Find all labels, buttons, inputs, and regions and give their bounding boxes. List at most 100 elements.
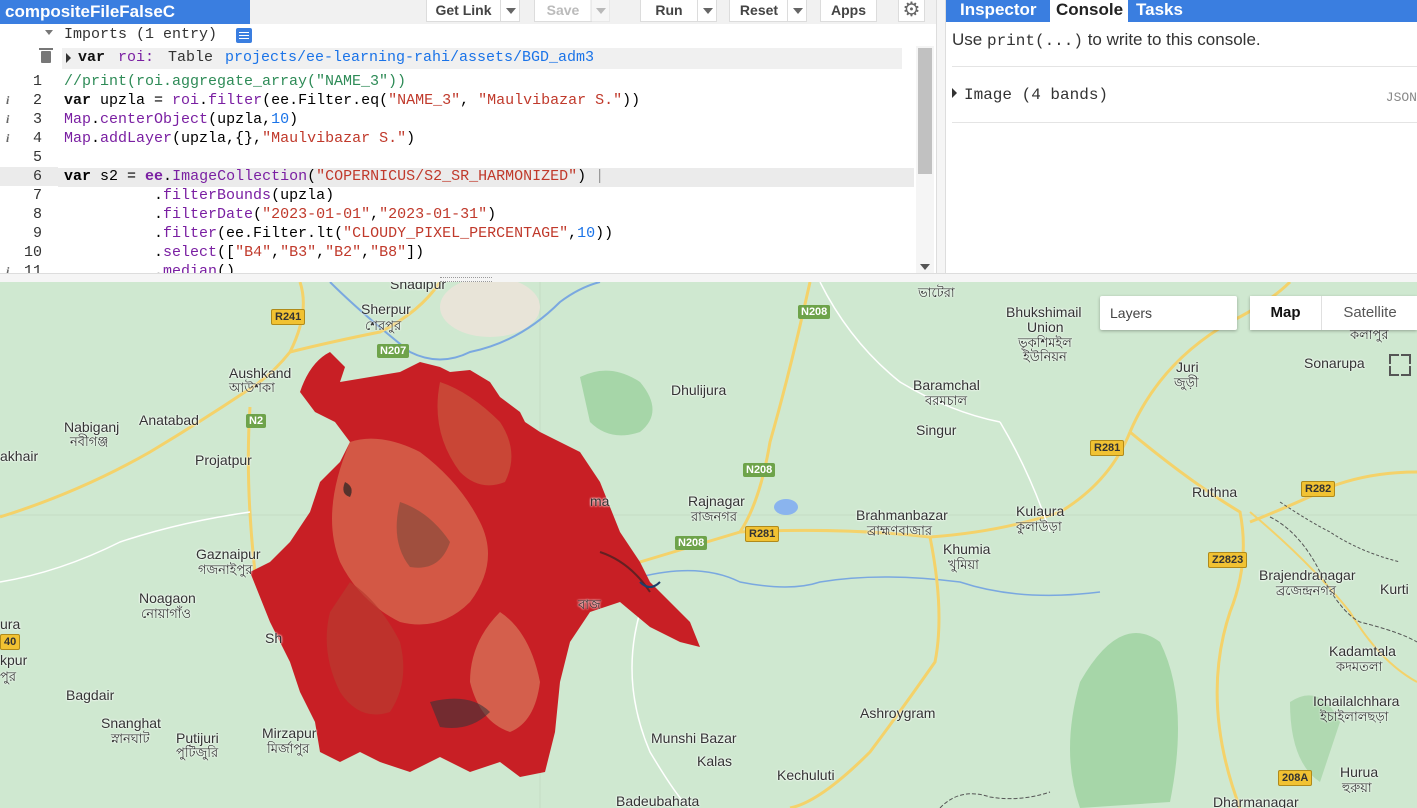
map-label: ইচাইলালছড়া <box>1320 709 1389 724</box>
get-link-button[interactable]: Get Link <box>426 0 501 22</box>
run-button[interactable]: Run <box>640 0 698 22</box>
road-shield: R282 <box>1301 481 1336 497</box>
scrollbar-thumb[interactable] <box>918 48 932 174</box>
code-editor[interactable]: Imports (1 entry) var roi : Table projec… <box>0 24 936 273</box>
map-label: Kadamtala <box>1329 643 1396 659</box>
import-asset-path-link[interactable]: projects/ee-learning-rahi/assets/BGD_adm… <box>225 49 594 66</box>
code-line-1[interactable]: //print(roi.aggregate_array("NAME_3")) <box>64 72 406 91</box>
code-line-4[interactable]: Map.addLayer(upzla,{},"Maulvibazar S.") <box>64 129 415 148</box>
settings-gear-icon[interactable]: ⚙ <box>898 0 925 22</box>
code-line-7[interactable]: .filterBounds(upzla) <box>64 186 334 205</box>
reset-dropdown-icon[interactable] <box>787 0 807 22</box>
vertical-panel-splitter[interactable] <box>936 0 946 273</box>
tab-tasks[interactable]: Tasks <box>1132 0 1202 22</box>
road-shield: R281 <box>745 526 780 542</box>
hint-prefix: Use <box>952 30 987 49</box>
map-label: Kurti <box>1380 581 1409 597</box>
tab-console[interactable]: Console <box>1050 0 1128 22</box>
import-variable-row[interactable]: var roi : Table projects/ee-learning-rah… <box>62 48 902 69</box>
road-shield: R241 <box>271 309 306 325</box>
map-label: Juri <box>1176 359 1199 375</box>
reset-button[interactable]: Reset <box>729 0 789 22</box>
imports-header[interactable]: Imports (1 entry) <box>0 24 936 46</box>
get-link-dropdown-icon[interactable] <box>500 0 520 22</box>
script-toolbar: compositeFileFalseC Get Link Save Run Re… <box>0 0 936 24</box>
collapse-caret-icon[interactable] <box>45 30 53 35</box>
line-number: 3 <box>32 111 42 128</box>
import-var-colon: : <box>145 49 155 66</box>
code-line-9[interactable]: .filter(ee.Filter.lt("CLOUDY_PIXEL_PERCE… <box>64 224 613 243</box>
map-type-satellite-button[interactable]: Satellite <box>1321 296 1417 330</box>
scroll-down-arrow-icon[interactable] <box>920 264 930 270</box>
map-label: ভাটেরা <box>918 285 955 300</box>
map-label: কদমতলা <box>1336 659 1383 674</box>
map-label: Noagaon <box>139 590 196 606</box>
code-line-3[interactable]: Map.centerObject(upzla,10) <box>64 110 298 129</box>
expand-caret-icon[interactable] <box>66 53 71 63</box>
layers-control[interactable]: Layers <box>1100 296 1237 330</box>
console-output-item[interactable]: Image (4 bands) <box>952 86 1108 104</box>
line-number: 4 <box>32 130 42 147</box>
import-var-name[interactable]: roi <box>118 49 145 66</box>
map-type-map-button[interactable]: Map <box>1250 296 1321 330</box>
map-label: Shadipur <box>390 282 447 292</box>
map-label: Dhulijura <box>671 382 727 398</box>
expand-caret-icon[interactable] <box>952 88 957 98</box>
save-dropdown-icon[interactable] <box>590 0 610 22</box>
map-label: ব্রাহ্মণবাজার <box>867 523 933 538</box>
delete-import-trash-icon[interactable] <box>39 48 53 63</box>
console-separator <box>952 66 1417 67</box>
map-label: পুর <box>0 669 16 684</box>
line-number: 1 <box>32 73 42 90</box>
road-shield: N208 <box>743 463 776 477</box>
run-dropdown-icon[interactable] <box>697 0 717 22</box>
code-line-10[interactable]: .select(["B4","B3","B2","B8"]) <box>64 243 424 262</box>
map-label: Mirzapur <box>262 725 317 741</box>
road-shield: 208A <box>1278 770 1313 786</box>
fullscreen-icon[interactable] <box>1386 350 1417 381</box>
horizontal-panel-splitter[interactable] <box>0 273 1417 282</box>
line-number: 7 <box>32 187 42 204</box>
code-line-11[interactable]: .median() <box>64 262 235 273</box>
code-line-2[interactable]: var upzla = roi.filter(ee.Filter.eq("NAM… <box>64 91 640 110</box>
editor-vertical-scrollbar[interactable] <box>916 46 934 273</box>
road-shield: R281 <box>1090 440 1125 456</box>
apps-button[interactable]: Apps <box>820 0 877 22</box>
info-icon[interactable]: i <box>6 112 9 127</box>
code-line-8[interactable]: .filterDate("2023-01-01","2023-01-31") <box>64 205 496 224</box>
info-icon[interactable]: i <box>6 93 9 108</box>
map-label: হুরুয়া <box>1342 780 1372 795</box>
info-icon[interactable]: i <box>6 131 9 146</box>
map-view[interactable]: Shadipur Sherpur শেরপুর Aushkand আউশকা N… <box>0 282 1417 808</box>
map-label: বরমচাল <box>925 393 968 408</box>
script-title[interactable]: compositeFileFalseC <box>0 0 250 24</box>
json-button[interactable]: JSON <box>1386 90 1417 105</box>
show-script-imports-icon[interactable] <box>236 28 252 43</box>
save-button[interactable]: Save <box>534 0 592 22</box>
map-label: Ichailalchhara <box>1313 693 1400 709</box>
right-panel-tabs: Inspector Console Tasks <box>946 0 1417 22</box>
map-label: Snanghat <box>101 715 161 731</box>
map-label: Bagdair <box>66 687 115 703</box>
map-label: Gaznaipur <box>196 546 261 562</box>
map-label: পুটিজুরি <box>176 745 219 760</box>
code-line-5[interactable] <box>64 148 73 167</box>
map-label: Kechuluti <box>777 767 835 783</box>
map-label: গজনাইপুর <box>198 562 253 577</box>
map-label: Union <box>1027 319 1064 335</box>
map-label: ma <box>590 493 610 509</box>
line-number: 8 <box>32 206 42 223</box>
map-label: Sherpur <box>361 301 411 317</box>
map-label: Brajendranagar <box>1259 567 1356 583</box>
map-label: খুমিয়া <box>948 557 979 572</box>
info-icon[interactable]: i <box>6 264 9 273</box>
code-line-6[interactable]: var s2 = ee.ImageCollection("COPERNICUS/… <box>64 167 604 186</box>
map-label: Sh <box>265 630 283 646</box>
map-label: বাজ <box>578 597 601 612</box>
map-label: নোয়াগাঁও <box>141 606 192 621</box>
map-label: Ruthna <box>1192 484 1238 500</box>
tab-inspector[interactable]: Inspector <box>946 0 1046 22</box>
map-label: আউশকা <box>229 380 275 395</box>
imports-label: Imports (1 entry) <box>64 26 218 43</box>
console-output-label: Image (4 bands) <box>964 86 1109 104</box>
